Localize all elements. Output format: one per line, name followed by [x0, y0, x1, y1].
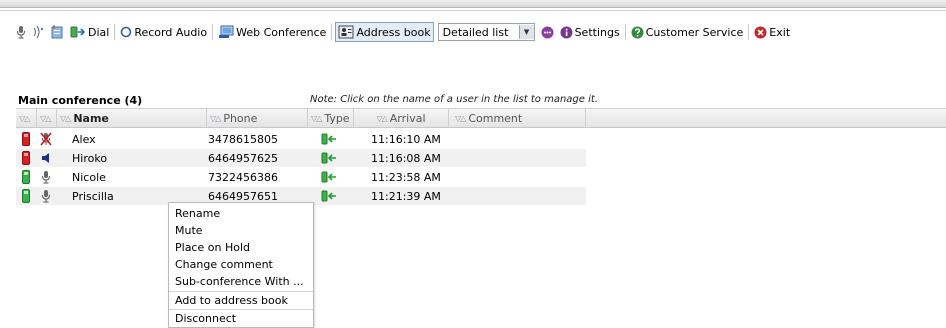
- incoming-call-icon: [321, 149, 337, 167]
- incoming-call-icon: [321, 130, 337, 148]
- sort-icon: ▽△: [60, 113, 71, 123]
- settings-label: Settings: [574, 25, 620, 39]
- microphone-icon[interactable]: [40, 187, 52, 205]
- incoming-call-icon: [321, 168, 337, 186]
- column-arrival[interactable]: ▽△ Arrival: [354, 109, 449, 127]
- sort-icon: ▽△: [455, 113, 466, 123]
- phone-status-red-icon: [22, 130, 30, 148]
- sort-icon: ▽△: [40, 113, 51, 123]
- menu-item-rename[interactable]: Rename: [175, 205, 220, 221]
- table-header: ▽△ ▽△ ▽△ Name ▽△ Phone ▽△ Type ▽△ Arriva…: [16, 108, 946, 128]
- microphone-button[interactable]: [14, 23, 30, 41]
- phonebook-icon: [50, 25, 64, 39]
- dial-button[interactable]: Dial: [68, 23, 111, 41]
- conference-title: Main conference (4): [18, 94, 143, 107]
- participant-phone: 7322456386: [208, 170, 278, 184]
- phonebook-button[interactable]: [48, 23, 68, 41]
- microphone-icon: [16, 25, 26, 39]
- chat-icon: [541, 26, 554, 39]
- menu-item-add-to-address-book[interactable]: Add to address book: [175, 292, 288, 308]
- record-icon: [120, 26, 132, 38]
- arrival-time: 11:23:58 AM: [371, 170, 441, 184]
- toolbar-separator: [748, 24, 750, 40]
- address-book-label: Address book: [356, 25, 431, 39]
- close-icon: [754, 26, 767, 39]
- participant-context-menu: Rename Mute Place on Hold Change comment…: [168, 202, 314, 328]
- sound-waves-icon: [32, 25, 44, 39]
- help-icon: [631, 26, 644, 39]
- record-audio-label: Record Audio: [134, 25, 208, 39]
- address-book-button[interactable]: Address book: [335, 22, 434, 42]
- participant-name[interactable]: Nicole: [72, 168, 106, 186]
- menu-item-sub-conference[interactable]: Sub-conference With ...: [175, 273, 304, 289]
- participant-name[interactable]: Hiroko: [72, 149, 107, 167]
- customer-service-label: Customer Service: [645, 25, 744, 39]
- participant-name[interactable]: Alex: [72, 130, 96, 148]
- column-comment[interactable]: ▽△ Comment: [452, 109, 586, 127]
- sort-icon: ▽△: [19, 113, 30, 123]
- chat-button[interactable]: [539, 23, 558, 41]
- microphone-icon[interactable]: [40, 168, 52, 186]
- settings-button[interactable]: Settings: [558, 23, 622, 41]
- customer-service-button[interactable]: Customer Service: [629, 23, 746, 41]
- info-icon: [560, 26, 573, 39]
- participant-name[interactable]: Priscilla: [72, 187, 114, 205]
- toolbar: Dial Record Audio Web Conference Address…: [14, 22, 792, 42]
- table-row[interactable]: Nicole 7322456386 11:23:58 AM: [16, 168, 586, 186]
- web-conference-button[interactable]: Web Conference: [216, 23, 328, 41]
- column-phone-label: Phone: [223, 111, 258, 125]
- column-type-label: Type: [324, 111, 350, 125]
- column-phone[interactable]: ▽△ Phone: [207, 109, 308, 127]
- window-top-band: [0, 0, 946, 8]
- menu-item-mute[interactable]: Mute: [175, 222, 203, 238]
- view-mode-select[interactable]: Detailed list ▼: [437, 23, 535, 41]
- conference-note: Note: Click on the name of a user in the…: [310, 94, 598, 105]
- column-audio[interactable]: ▽△: [37, 109, 57, 127]
- sort-icon: ▽△: [311, 113, 322, 123]
- participant-phone: 3478615805: [208, 132, 278, 146]
- window-divider: [0, 10, 946, 11]
- column-name[interactable]: ▽△ Name: [57, 109, 207, 127]
- toolbar-separator: [624, 24, 626, 40]
- exit-button[interactable]: Exit: [752, 23, 792, 41]
- phone-status-green-icon: [22, 168, 30, 186]
- address-book-icon: [338, 25, 354, 39]
- arrival-time: 11:16:10 AM: [371, 132, 441, 146]
- incoming-call-icon: [321, 187, 337, 205]
- volume-button[interactable]: [30, 23, 48, 41]
- microphone-muted-icon[interactable]: [40, 130, 52, 148]
- web-conference-label: Web Conference: [236, 25, 327, 39]
- column-name-label: Name: [73, 111, 109, 125]
- toolbar-separator: [114, 24, 116, 40]
- arrival-time: 11:21:39 AM: [371, 189, 441, 203]
- chevron-down-icon: ▼: [518, 25, 534, 39]
- toolbar-separator: [212, 24, 214, 40]
- column-status[interactable]: ▽△: [16, 109, 37, 127]
- web-conference-icon: [218, 25, 234, 39]
- toolbar-separator: [331, 24, 333, 40]
- sort-icon: ▽△: [376, 113, 387, 123]
- arrival-time: 11:16:08 AM: [371, 151, 441, 165]
- speaker-icon[interactable]: [40, 149, 52, 167]
- participant-phone: 6464957625: [208, 151, 278, 165]
- column-type[interactable]: ▽△ Type: [308, 109, 354, 127]
- table-row[interactable]: Hiroko 6464957625 11:16:08 AM: [16, 149, 586, 167]
- exit-label: Exit: [769, 25, 791, 39]
- dial-icon: [70, 25, 86, 39]
- phone-status-green-icon: [22, 187, 30, 205]
- column-comment-label: Comment: [468, 111, 523, 125]
- phone-status-red-icon: [22, 149, 30, 167]
- sort-icon: ▽△: [210, 113, 221, 123]
- table-row[interactable]: Alex 3478615805 11:16:10 AM: [16, 130, 586, 148]
- menu-item-change-comment[interactable]: Change comment: [175, 256, 273, 272]
- menu-item-place-on-hold[interactable]: Place on Hold: [175, 239, 250, 255]
- record-audio-button[interactable]: Record Audio: [118, 23, 209, 41]
- menu-item-disconnect[interactable]: Disconnect: [175, 310, 236, 326]
- view-mode-value: Detailed list: [442, 25, 509, 39]
- dial-label: Dial: [88, 25, 110, 39]
- column-arrival-label: Arrival: [389, 111, 426, 125]
